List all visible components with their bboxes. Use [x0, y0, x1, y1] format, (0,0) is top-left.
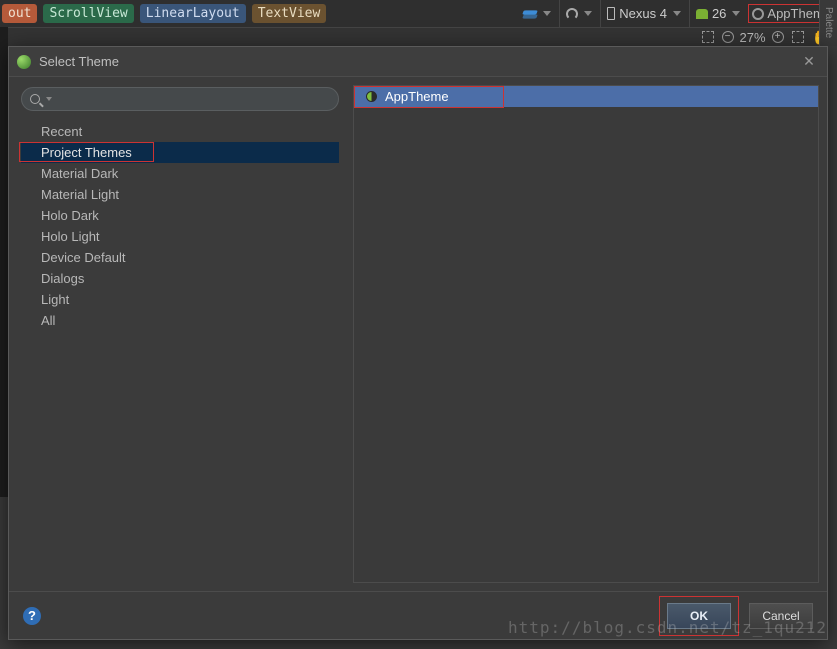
- device-label: Nexus 4: [619, 6, 667, 21]
- ok-button[interactable]: OK: [667, 603, 731, 629]
- category-item[interactable]: Holo Dark: [21, 205, 339, 226]
- select-icon[interactable]: [702, 31, 714, 43]
- dialog-footer: ? OK Cancel: [9, 591, 827, 639]
- breadcrumb-tag[interactable]: out: [2, 4, 37, 23]
- dialog-title: Select Theme: [39, 54, 119, 69]
- category-item[interactable]: All: [21, 310, 339, 331]
- chevron-down-icon: [584, 11, 592, 16]
- chevron-down-icon: [732, 11, 740, 16]
- help-button[interactable]: ?: [23, 607, 41, 625]
- cancel-button[interactable]: Cancel: [749, 603, 813, 629]
- api-dropdown[interactable]: 26: [689, 0, 746, 27]
- search-input[interactable]: [58, 92, 330, 106]
- theme-label: AppTheme: [385, 89, 449, 104]
- phone-icon: [607, 7, 615, 20]
- dialog-titlebar: Select Theme ✕: [9, 47, 827, 77]
- chevron-down-icon: [46, 97, 52, 101]
- chevron-down-icon: [673, 11, 681, 16]
- zoom-in-icon[interactable]: +: [772, 31, 784, 43]
- search-icon: [30, 94, 40, 104]
- select-theme-dialog: Select Theme ✕ RecentProject ThemesMater…: [8, 46, 828, 640]
- theme-icon: [366, 91, 377, 102]
- breadcrumb-tags: out ScrollView LinearLayout TextView: [2, 4, 326, 23]
- layers-dropdown[interactable]: [517, 0, 557, 27]
- category-item[interactable]: Material Light: [21, 184, 339, 205]
- toolbar-upper: out ScrollView LinearLayout TextView Nexus …: [0, 0, 837, 27]
- theme-item[interactable]: AppTheme: [354, 86, 818, 107]
- layers-icon: [523, 9, 537, 19]
- breadcrumb-tag[interactable]: LinearLayout: [140, 4, 246, 23]
- close-button[interactable]: ✕: [799, 52, 819, 72]
- device-dropdown[interactable]: Nexus 4: [600, 0, 687, 27]
- api-label: 26: [712, 6, 726, 21]
- breadcrumb-tag[interactable]: TextView: [252, 4, 327, 23]
- dialog-icon: [17, 55, 31, 69]
- toolbar-lower: − 27% + ✋: [0, 27, 837, 46]
- dialog-body: RecentProject ThemesMaterial DarkMateria…: [9, 77, 827, 591]
- toolbar-right: Nexus 4 26 AppTheme: [517, 0, 835, 27]
- right-panel: AppTheme: [349, 77, 827, 591]
- zoom-out-icon[interactable]: −: [722, 31, 734, 43]
- search-field[interactable]: [21, 87, 339, 111]
- category-item[interactable]: Recent: [21, 121, 339, 142]
- orientation-dropdown[interactable]: [559, 0, 598, 27]
- category-item[interactable]: Material Dark: [21, 163, 339, 184]
- chevron-down-icon: [543, 11, 551, 16]
- breadcrumb-tag[interactable]: ScrollView: [43, 4, 133, 23]
- zoom-label: 27%: [740, 30, 766, 45]
- theme-list: AppTheme: [353, 85, 819, 583]
- zoom-controls: − 27% +: [722, 30, 784, 45]
- category-item[interactable]: Dialogs: [21, 268, 339, 289]
- editor-gutter: [0, 27, 8, 497]
- category-item[interactable]: Light: [21, 289, 339, 310]
- designer-toolbar: out ScrollView LinearLayout TextView Nexus …: [0, 0, 837, 46]
- fit-icon[interactable]: [792, 31, 804, 43]
- android-icon: [696, 9, 708, 19]
- rotate-icon: [566, 8, 578, 20]
- theme-icon: [752, 8, 764, 20]
- left-panel: RecentProject ThemesMaterial DarkMateria…: [9, 77, 349, 591]
- palette-tab[interactable]: Palette: [819, 0, 837, 46]
- category-item[interactable]: Holo Light: [21, 226, 339, 247]
- category-item[interactable]: Project Themes: [21, 142, 339, 163]
- category-list: RecentProject ThemesMaterial DarkMateria…: [21, 121, 339, 331]
- category-item[interactable]: Device Default: [21, 247, 339, 268]
- ok-highlight: OK: [659, 596, 739, 636]
